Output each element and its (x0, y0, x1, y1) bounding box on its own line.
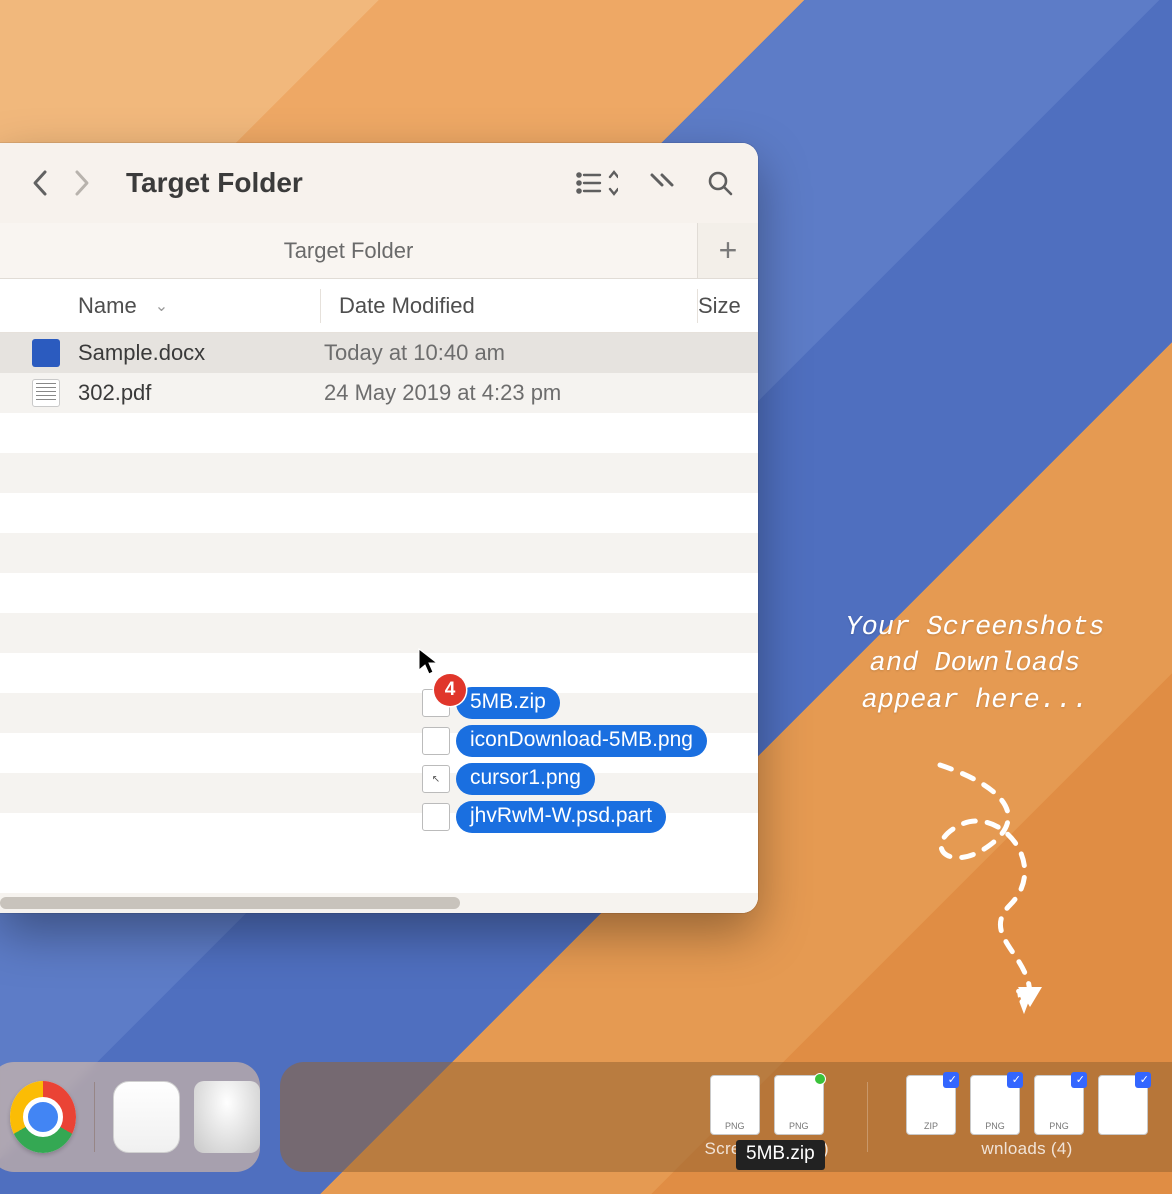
download-thumb[interactable]: ✓ (1098, 1075, 1148, 1135)
file-date: 24 May 2019 at 4:23 pm (324, 380, 561, 406)
hint-arrow-icon (880, 755, 1080, 1015)
view-options-button[interactable] (574, 168, 618, 198)
file-row[interactable]: 302.pdf 24 May 2019 at 4:23 pm (0, 373, 758, 413)
column-size[interactable]: Size (698, 293, 758, 319)
check-icon: ✓ (1140, 1073, 1149, 1086)
png-file-icon (422, 727, 450, 755)
empty-row (0, 573, 758, 613)
thumb-tag: PNG (789, 1121, 809, 1131)
check-icon: ✓ (1076, 1073, 1085, 1086)
drag-item-name: 5MB.zip (456, 687, 560, 719)
drag-item-name: jhvRwM-W.psd.part (456, 801, 666, 833)
download-thumb[interactable]: ✓ PNG (1034, 1075, 1084, 1135)
thumb-tag: PNG (985, 1121, 1005, 1131)
empty-row (0, 613, 758, 653)
trash-icon[interactable] (194, 1081, 260, 1153)
dock-separator (867, 1082, 868, 1152)
screenshot-thumb[interactable]: PNG (774, 1075, 824, 1135)
back-button[interactable] (24, 163, 56, 203)
pdf-file-icon (32, 379, 60, 407)
drag-item: iconDownload-5MB.png (422, 722, 758, 760)
check-icon: ✓ (1012, 1073, 1021, 1086)
empty-row (0, 533, 758, 573)
forward-button[interactable] (66, 163, 98, 203)
downloads-label: wnloads (4) (981, 1139, 1072, 1159)
column-size-label: Size (698, 293, 741, 318)
hint-line: Your Screenshots (800, 610, 1150, 646)
finder-tabbar: Target Folder + (0, 223, 758, 279)
finder-tab[interactable]: Target Folder (0, 223, 698, 278)
sort-indicator-icon: ⌄ (155, 296, 168, 316)
dock-left (0, 1062, 260, 1172)
drag-item: ↖ cursor1.png (422, 760, 758, 798)
download-thumb[interactable]: ✓ ZIP (906, 1075, 956, 1135)
column-name[interactable]: Name ⌄ (0, 293, 320, 319)
column-headers: Name ⌄ Date Modified Size (0, 279, 758, 333)
download-thumb[interactable]: ✓ PNG (970, 1075, 1020, 1135)
downloads-group[interactable]: ✓ ZIP ✓ PNG ✓ PNG ✓ wnloads (4) (906, 1075, 1148, 1159)
column-date-label: Date Modified (339, 293, 475, 318)
chrome-app-icon[interactable] (10, 1081, 76, 1153)
empty-row (0, 493, 758, 533)
generic-file-icon (422, 803, 450, 831)
finder-tab-label: Target Folder (284, 238, 414, 264)
file-name: 302.pdf (78, 380, 324, 406)
search-button[interactable] (706, 169, 734, 197)
check-icon: ✓ (948, 1073, 957, 1086)
column-name-label: Name (78, 293, 137, 319)
window-title: Target Folder (126, 167, 564, 199)
docx-file-icon (32, 339, 60, 367)
dock-tooltip: 5MB.zip (736, 1140, 825, 1170)
file-row[interactable]: Sample.docx Today at 10:40 am (0, 333, 758, 373)
dock-area: PNG PNG Screenshots (2) ✓ZIP ✓PNG ✓PNG ✓… (0, 1014, 1172, 1194)
hint-text: Your Screenshots and Downloads appear he… (800, 610, 1150, 719)
column-date[interactable]: Date Modified (321, 293, 697, 319)
cursor-icon (418, 648, 438, 683)
dock-shelf: PNG PNG Screenshots (2) ✓ZIP ✓PNG ✓PNG ✓… (280, 1062, 1172, 1172)
finder-toolbar: Target Folder (0, 143, 758, 223)
new-tab-button[interactable]: + (698, 223, 758, 278)
thumb-tag: PNG (725, 1121, 745, 1131)
drag-item: 5MB.zip (422, 684, 758, 722)
horizontal-scrollbar[interactable] (0, 893, 758, 913)
drag-count-badge: 4 (434, 674, 466, 706)
thumb-tag: ZIP (924, 1121, 938, 1131)
screenshot-thumb[interactable]: PNG (710, 1075, 760, 1135)
thumb-tag: PNG (1049, 1121, 1069, 1131)
empty-row (0, 453, 758, 493)
drag-item-name: iconDownload-5MB.png (456, 725, 707, 757)
desktop: Target Folder (0, 0, 1172, 1194)
png-file-icon: ↖ (422, 765, 450, 793)
file-name: Sample.docx (78, 340, 324, 366)
empty-row (0, 413, 758, 453)
dock-separator (94, 1082, 95, 1152)
toolbar-overflow-button[interactable] (648, 171, 676, 195)
file-date: Today at 10:40 am (324, 340, 505, 366)
drag-stack: 4 5MB.zip iconDownload-5MB.png ↖ cursor1… (418, 648, 758, 836)
hint-line: and Downloads (800, 646, 1150, 682)
new-indicator-icon (814, 1073, 826, 1085)
drag-item: jhvRwM-W.psd.part (422, 798, 758, 836)
files-stack-icon[interactable] (113, 1081, 179, 1153)
hint-line: appear here... (800, 683, 1150, 719)
drag-item-name: cursor1.png (456, 763, 595, 795)
